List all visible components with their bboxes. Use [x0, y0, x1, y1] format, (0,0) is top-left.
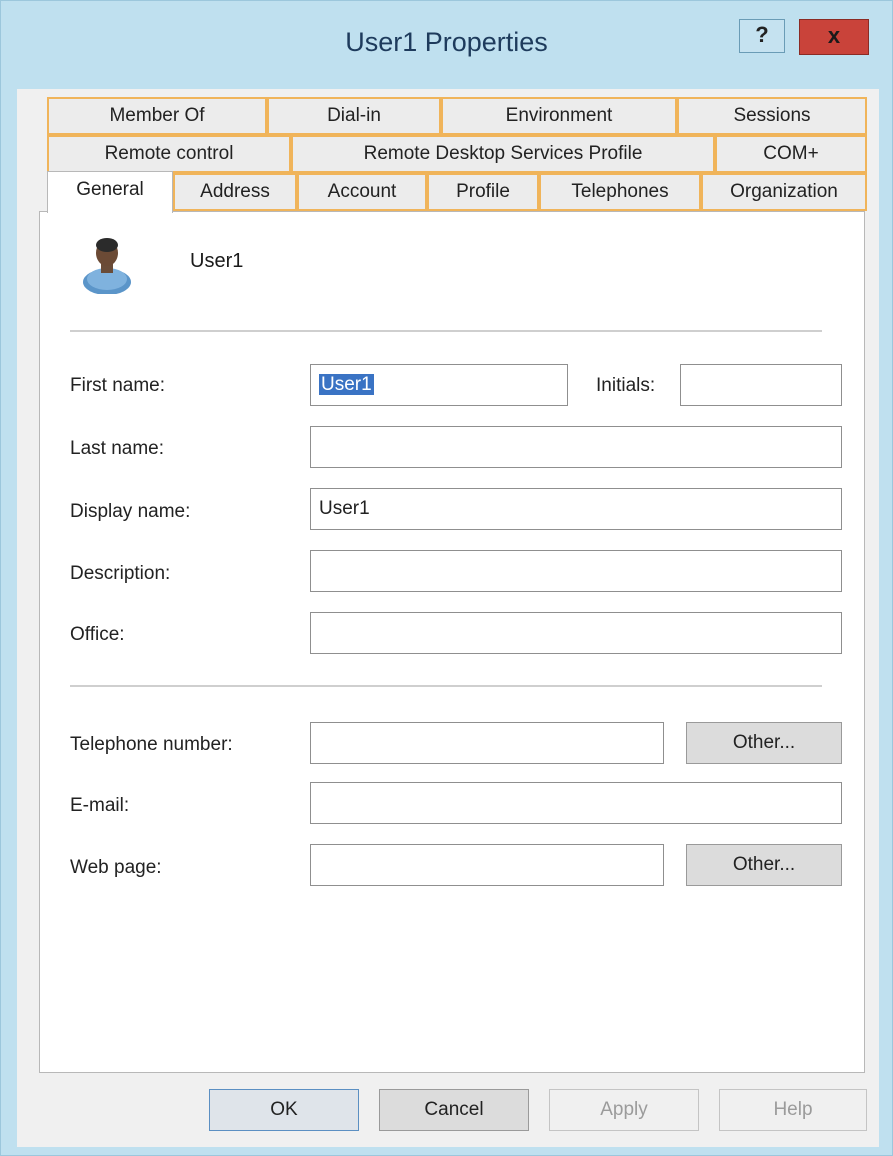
telephone-number-label: Telephone number: — [70, 734, 233, 755]
web-page-other-button[interactable]: Other... — [686, 844, 842, 886]
last-name-label: Last name: — [70, 438, 164, 459]
divider — [70, 330, 822, 332]
display-name-label: Display name: — [70, 501, 191, 522]
dialog-client-area: Member Of Dial-in Environment Sessions R… — [17, 89, 879, 1147]
divider — [70, 685, 822, 687]
email-label: E-mail: — [70, 795, 130, 816]
initials-input[interactable] — [680, 364, 842, 406]
description-label: Description: — [70, 563, 171, 584]
tab-remote-desktop-services-profile[interactable]: Remote Desktop Services Profile — [291, 135, 715, 173]
user-display-name: User1 — [190, 250, 244, 272]
user-icon — [78, 232, 136, 295]
description-input[interactable] — [310, 550, 842, 592]
user-properties-dialog: User1 Properties ? x Member Of Dial-in E… — [0, 0, 893, 1156]
office-input[interactable] — [310, 612, 842, 654]
tab-environment[interactable]: Environment — [441, 97, 677, 135]
tab-account[interactable]: Account — [297, 173, 427, 211]
tab-remote-control[interactable]: Remote control — [47, 135, 291, 173]
general-tab-panel: User1 First name: User1 Initials: Last n… — [39, 211, 865, 1073]
telephone-number-input[interactable] — [310, 722, 664, 764]
web-page-input[interactable] — [310, 844, 664, 886]
tab-general[interactable]: General — [47, 171, 173, 213]
last-name-input[interactable] — [310, 426, 842, 468]
tab-sessions[interactable]: Sessions — [677, 97, 867, 135]
web-page-label: Web page: — [70, 857, 162, 878]
help-button[interactable]: Help — [719, 1089, 867, 1131]
office-label: Office: — [70, 624, 125, 645]
apply-button[interactable]: Apply — [549, 1089, 699, 1131]
tab-address[interactable]: Address — [173, 173, 297, 211]
title-bar: User1 Properties ? x — [1, 1, 892, 89]
cancel-button[interactable]: Cancel — [379, 1089, 529, 1131]
close-icon[interactable]: x — [799, 19, 869, 55]
first-name-input[interactable]: User1 — [310, 364, 568, 406]
email-input[interactable] — [310, 782, 842, 824]
tab-member-of[interactable]: Member Of — [47, 97, 267, 135]
tab-profile[interactable]: Profile — [427, 173, 539, 211]
tab-dial-in[interactable]: Dial-in — [267, 97, 441, 135]
telephone-other-button[interactable]: Other... — [686, 722, 842, 764]
tab-telephones[interactable]: Telephones — [539, 173, 701, 211]
ok-button[interactable]: OK — [209, 1089, 359, 1131]
display-name-input[interactable]: User1 — [310, 488, 842, 530]
tab-organization[interactable]: Organization — [701, 173, 867, 211]
help-icon[interactable]: ? — [739, 19, 785, 53]
first-name-value: User1 — [319, 374, 374, 395]
first-name-label: First name: — [70, 375, 166, 396]
tab-com-plus[interactable]: COM+ — [715, 135, 867, 173]
initials-label: Initials: — [596, 375, 656, 396]
